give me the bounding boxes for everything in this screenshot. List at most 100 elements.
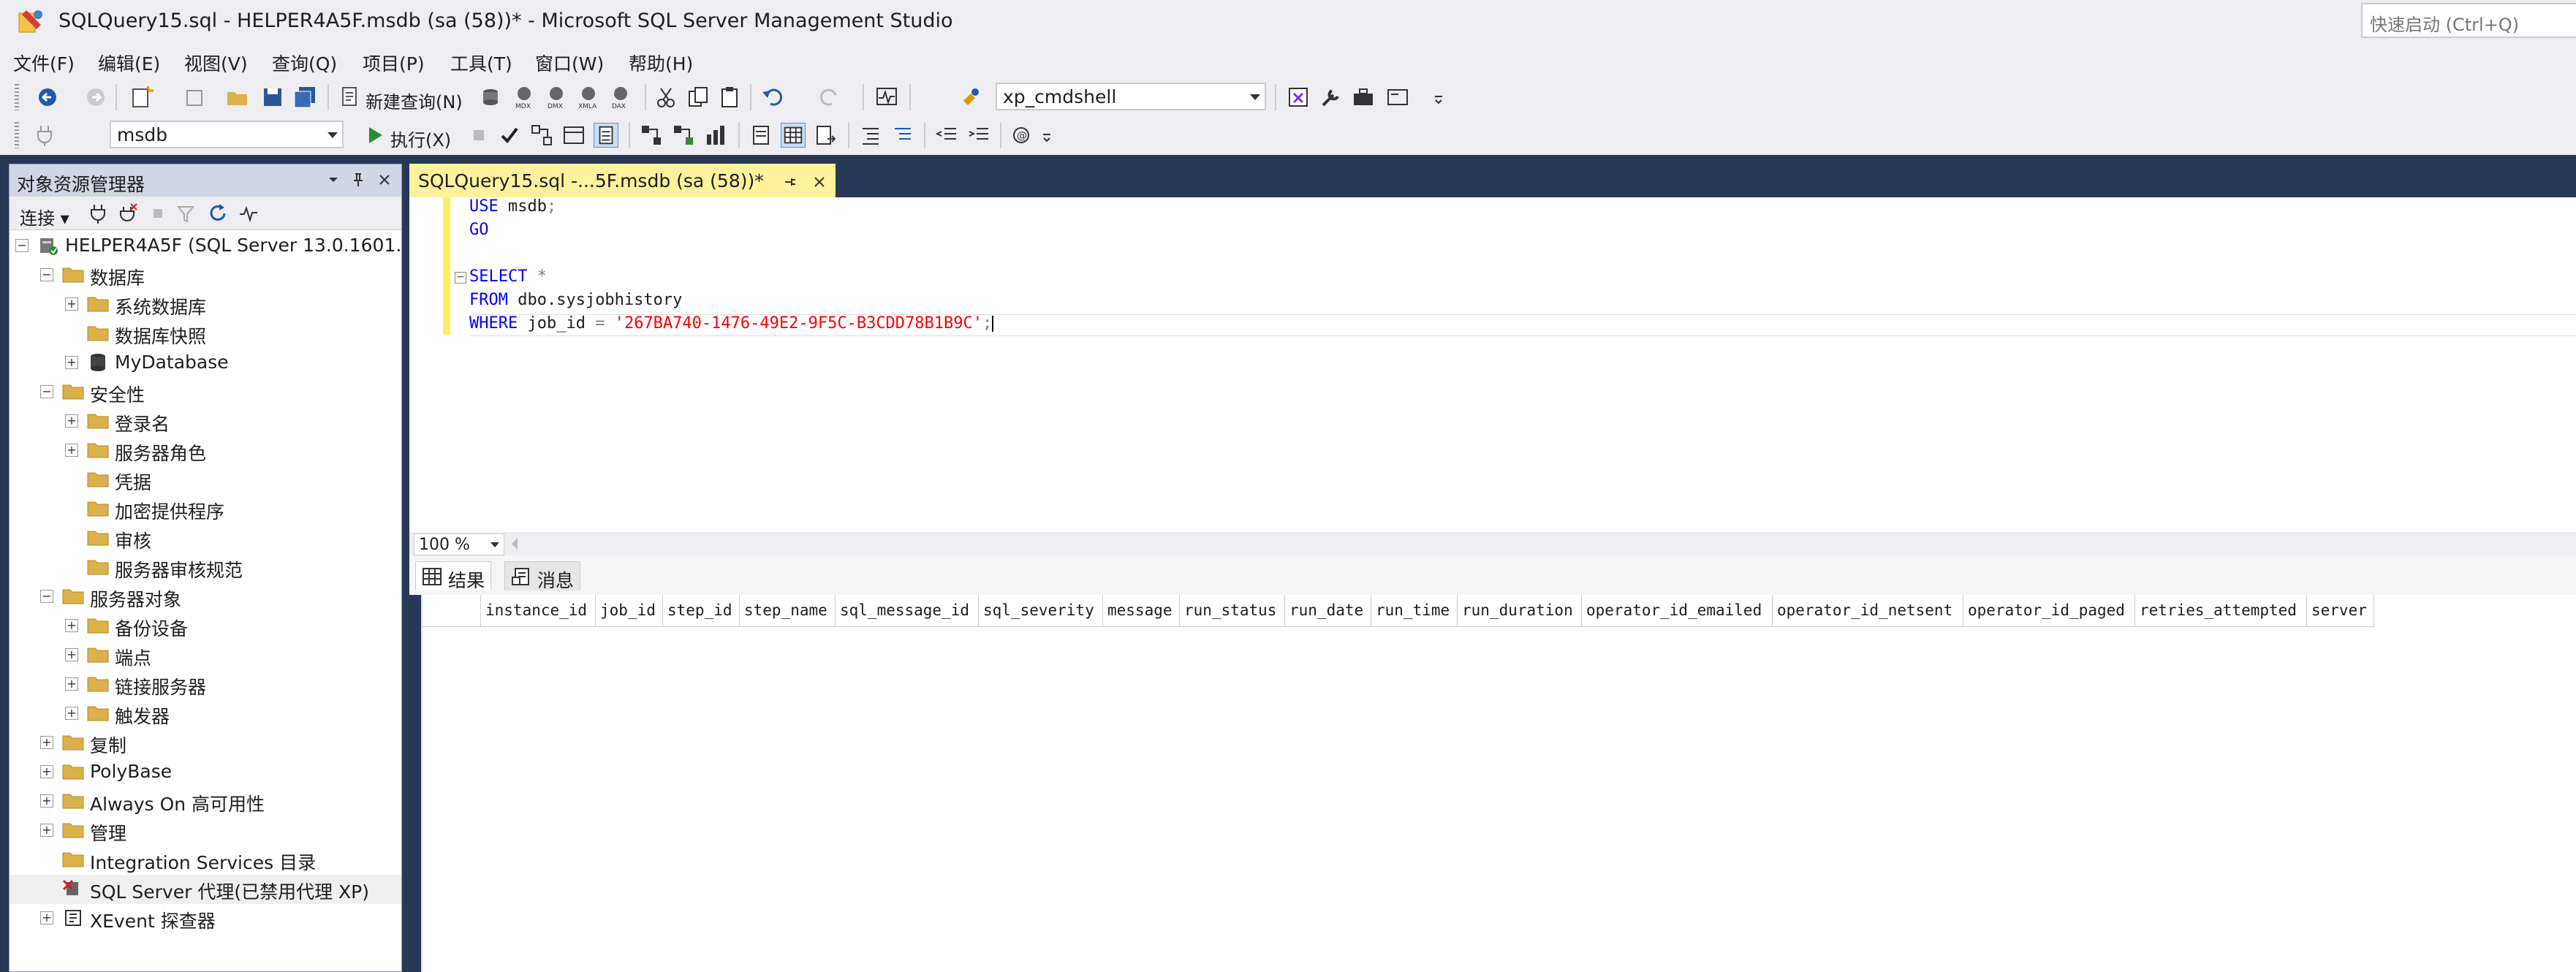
column-header[interactable]: operator_id_emailed	[1582, 595, 1773, 627]
available-databases-combo[interactable]: msdb	[110, 121, 344, 148]
solution-explorer-icon[interactable]	[1287, 85, 1311, 110]
row-header-corner[interactable]	[423, 595, 481, 627]
tree-node[interactable]: − 数据库	[10, 261, 401, 290]
expand-icon[interactable]: +	[65, 356, 78, 369]
zoom-combo[interactable]: 100 %	[414, 534, 504, 555]
column-header[interactable]: run_duration	[1458, 595, 1582, 627]
new-query-button[interactable]: 新建查询(N)	[365, 88, 463, 113]
uncomment-icon[interactable]	[890, 123, 915, 148]
include-actual-plan-icon[interactable]	[639, 123, 664, 148]
column-header[interactable]: server	[2307, 595, 2374, 627]
expand-icon[interactable]: +	[65, 648, 78, 661]
collapse-icon[interactable]: −	[15, 239, 29, 252]
tree-node[interactable]: SQL Server 代理(已禁用代理 XP)	[10, 875, 401, 904]
collapse-icon[interactable]: −	[40, 385, 53, 398]
tree-node[interactable]: 加密提供程序	[10, 495, 401, 524]
column-header[interactable]: operator_id_paged	[1963, 595, 2135, 627]
tree-node[interactable]: 数据库快照	[10, 319, 401, 349]
undo-icon[interactable]	[760, 85, 785, 110]
increase-indent-icon[interactable]	[966, 123, 991, 148]
expand-icon[interactable]: +	[40, 911, 53, 924]
display-plan-icon[interactable]	[529, 123, 554, 148]
activity-monitor-icon[interactable]	[874, 85, 899, 110]
column-header[interactable]: step_id	[663, 595, 740, 627]
tree-node[interactable]: + 登录名	[10, 407, 401, 436]
connect-dropdown-button[interactable]: 连接 ▾	[20, 204, 69, 229]
tree-node[interactable]: + XEvent 探查器	[10, 904, 401, 933]
cancel-query-icon[interactable]	[466, 123, 491, 148]
pin-icon[interactable]	[350, 172, 366, 188]
tree-node[interactable]: + PolyBase	[10, 758, 401, 787]
stored-procedure-combo[interactable]: xp_cmdshell	[996, 83, 1266, 110]
column-header[interactable]: run_date	[1285, 595, 1371, 627]
forward-icon[interactable]	[83, 85, 108, 110]
tree-node[interactable]: − 服务器对象	[10, 582, 401, 612]
dax-query-icon[interactable]: DAX	[608, 85, 633, 110]
menu-project[interactable]: 项目(P)	[363, 50, 425, 76]
xmla-query-icon[interactable]: XMLA	[576, 85, 601, 110]
tab-sqlquery15[interactable]: SQLQuery15.sql -...5F.msdb (sa (58))*	[409, 164, 836, 197]
expand-icon[interactable]: +	[40, 736, 53, 749]
tree-node[interactable]: + 端点	[10, 641, 401, 670]
tree-node[interactable]: − 安全性	[10, 378, 401, 407]
database-engine-query-icon[interactable]	[478, 85, 503, 110]
disconnect-icon[interactable]	[116, 202, 138, 224]
column-header[interactable]: retries_attempted	[2135, 595, 2307, 627]
tab-results[interactable]: 结果	[415, 561, 492, 591]
column-header[interactable]: instance_id	[481, 595, 596, 627]
toolbar-grip[interactable]	[15, 84, 19, 110]
toolbar-grip[interactable]	[15, 122, 19, 148]
properties-wrench-icon[interactable]	[1319, 85, 1344, 110]
column-header[interactable]: run_time	[1371, 595, 1458, 627]
menu-query[interactable]: 查询(Q)	[272, 50, 337, 76]
stop-icon[interactable]	[148, 204, 167, 223]
column-header[interactable]: job_id	[596, 595, 663, 627]
tree-node[interactable]: + Always On 高可用性	[10, 787, 401, 816]
redo-icon[interactable]	[817, 85, 842, 110]
tree-node[interactable]: + 系统数据库	[10, 290, 401, 319]
results-to-file-icon[interactable]	[813, 123, 838, 148]
expand-icon[interactable]: +	[65, 414, 78, 428]
expand-icon[interactable]: +	[65, 444, 78, 457]
copy-icon[interactable]	[686, 85, 711, 110]
close-icon[interactable]	[812, 175, 827, 189]
results-grid-icon[interactable]	[781, 123, 806, 148]
results-to-text-icon[interactable]	[749, 123, 773, 148]
expand-icon[interactable]: +	[40, 765, 53, 778]
menu-edit[interactable]: 编辑(E)	[98, 50, 160, 76]
pane-dropdown-icon[interactable]	[325, 172, 341, 188]
execute-button[interactable]: 执行(X)	[390, 126, 451, 151]
new-query-icon[interactable]	[338, 85, 363, 110]
column-header[interactable]: run_status	[1180, 595, 1285, 627]
query-designer-icon[interactable]	[561, 123, 586, 148]
filter-icon[interactable]	[175, 202, 197, 224]
dmx-query-icon[interactable]: DMX	[544, 85, 569, 110]
refresh-icon[interactable]	[207, 202, 229, 224]
save-all-icon[interactable]	[292, 85, 317, 110]
expand-icon[interactable]: +	[65, 707, 78, 720]
tree-node[interactable]: − HELPER4A5F (SQL Server 13.0.1601.5 - sa…	[10, 232, 401, 261]
pin-icon[interactable]	[783, 175, 798, 189]
client-statistics-icon[interactable]	[703, 123, 728, 148]
decrease-indent-icon[interactable]	[934, 123, 959, 148]
menu-window[interactable]: 窗口(W)	[535, 50, 604, 76]
specify-template-values-icon[interactable]: @	[1009, 123, 1034, 148]
new-project-icon[interactable]	[129, 85, 154, 110]
tree-node[interactable]: Integration Services 目录	[10, 846, 401, 875]
output-window-icon[interactable]	[1386, 85, 1411, 110]
tree-node[interactable]: + 管理	[10, 816, 401, 846]
tree-node[interactable]: 服务器审核规范	[10, 553, 401, 582]
tree-node[interactable]: + 链接服务器	[10, 670, 401, 699]
column-header[interactable]: step_name	[740, 595, 836, 627]
column-header[interactable]: operator_id_netsent	[1773, 595, 1963, 627]
menu-file[interactable]: 文件(F)	[13, 50, 75, 76]
expand-icon[interactable]: +	[65, 677, 78, 691]
collapse-icon[interactable]: −	[455, 272, 466, 284]
activity-monitor-icon[interactable]	[238, 202, 260, 224]
tree-node[interactable]: + 复制	[10, 729, 401, 758]
toolbar-overflow-icon[interactable]	[1433, 94, 1444, 105]
menu-help[interactable]: 帮助(H)	[629, 50, 693, 76]
menu-view[interactable]: 视图(V)	[184, 50, 248, 76]
execute-icon[interactable]	[363, 123, 387, 148]
tree-node[interactable]: 审核	[10, 524, 401, 553]
